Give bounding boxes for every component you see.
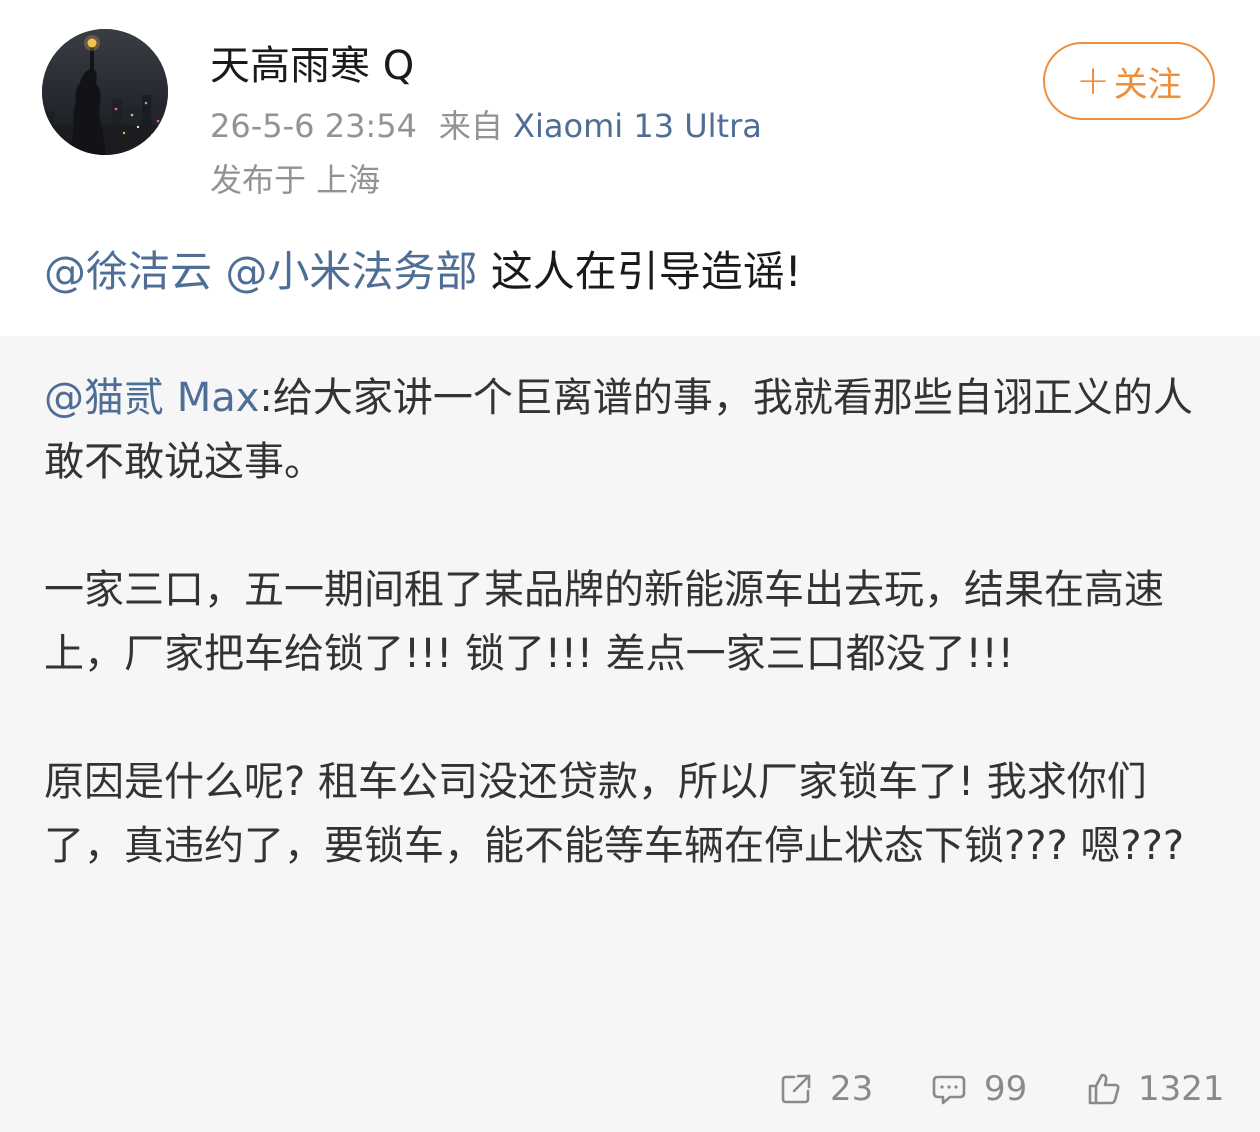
avatar-image	[42, 29, 168, 155]
like-icon	[1086, 1071, 1122, 1107]
repost-author-mention[interactable]: @猫贰 Max	[44, 375, 259, 421]
like-count: 1321	[1138, 1069, 1225, 1109]
follow-button[interactable]: + 关注	[1043, 42, 1215, 120]
repost-paragraph: @猫贰 Max:给大家讲一个巨离谱的事，我就看那些自诩正义的人敢不敢说这事。	[44, 366, 1224, 494]
share-count: 23	[830, 1069, 874, 1109]
comment-icon	[930, 1071, 968, 1107]
avatar[interactable]	[42, 29, 168, 155]
source-label: 来自	[438, 107, 503, 145]
mention-link[interactable]: @小米法务部	[225, 247, 477, 296]
location: 发布于 上海	[210, 161, 381, 199]
share-button[interactable]: 23	[778, 1062, 873, 1116]
post-body: 这人在引导造谣!	[490, 247, 802, 296]
username[interactable]: 天高雨寒 Q	[210, 40, 414, 92]
timestamp: 26-5-6 23:54	[210, 107, 417, 145]
post-meta: 26-5-6 23:54 来自 Xiaomi 13 Ultra	[210, 104, 762, 148]
reposted-content[interactable]: @猫贰 Max:给大家讲一个巨离谱的事，我就看那些自诩正义的人敢不敢说这事。 一…	[0, 336, 1260, 1132]
plus-icon: +	[1076, 58, 1110, 104]
like-button[interactable]: 1321	[1086, 1062, 1225, 1116]
repost-paragraph: 原因是什么呢? 租车公司没还贷款，所以厂家锁车了! 我求你们了，真违约了，要锁车…	[44, 759, 1185, 869]
mention-link[interactable]: @徐洁云	[44, 247, 212, 296]
repost-paragraph: 一家三口，五一期间租了某品牌的新能源车出去玩，结果在高速上，厂家把车给锁了!!!…	[44, 567, 1164, 677]
share-icon	[778, 1071, 814, 1107]
comment-button[interactable]: 99	[930, 1062, 1027, 1116]
post-text: @徐洁云 @小米法务部 这人在引导造谣!	[44, 240, 802, 304]
weibo-post: 天高雨寒 Q 26-5-6 23:54 来自 Xiaomi 13 Ultra 发布…	[0, 0, 1260, 1132]
repost-body: @猫贰 Max:给大家讲一个巨离谱的事，我就看那些自诩正义的人敢不敢说这事。 一…	[44, 366, 1224, 878]
comment-count: 99	[984, 1069, 1028, 1109]
follow-label: 关注	[1113, 64, 1182, 105]
device-link[interactable]: Xiaomi 13 Ultra	[513, 107, 762, 145]
